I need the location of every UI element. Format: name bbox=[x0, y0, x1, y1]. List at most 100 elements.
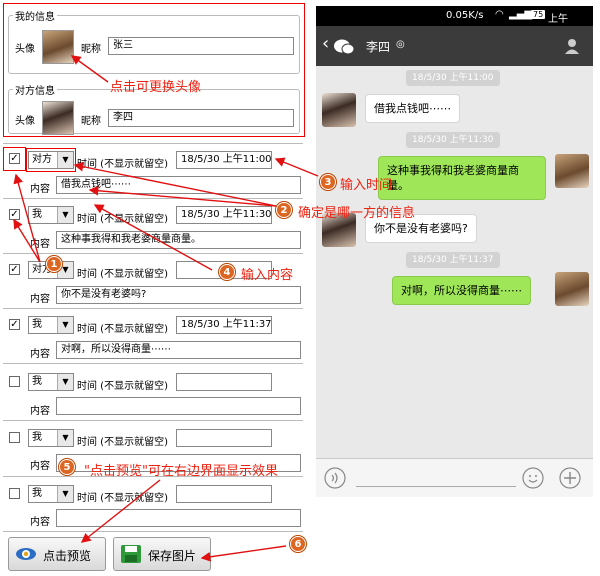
message-checkbox[interactable] bbox=[9, 488, 20, 499]
message-checkbox[interactable]: ✓ bbox=[9, 319, 20, 330]
chevron-down-icon: ▼ bbox=[57, 374, 73, 390]
annotation-input-content: 输入内容 bbox=[241, 268, 294, 283]
chat-bubble-outgoing: 对啊，所以没得商量⋯⋯ bbox=[392, 276, 531, 305]
time-label: 时间 (不显示就留空) bbox=[77, 159, 168, 170]
voice-icon[interactable] bbox=[324, 467, 346, 489]
sender-select[interactable]: 我 ▼ bbox=[28, 316, 74, 334]
peer-nick-field[interactable]: 李四 bbox=[108, 109, 294, 127]
message-checkbox[interactable] bbox=[9, 432, 20, 443]
annotation-preview-hint: "点击预览"可在右边界面显示效果 bbox=[84, 464, 278, 479]
sender-value: 我 bbox=[32, 209, 42, 220]
checkbox-highlight bbox=[3, 147, 26, 171]
my-nick-field[interactable]: 张三 bbox=[108, 37, 294, 55]
content-label: 内容 bbox=[30, 239, 50, 250]
sender-select[interactable]: 我 ▼ bbox=[28, 373, 74, 391]
content-field[interactable]: 借我点钱吧⋯⋯ bbox=[56, 176, 301, 194]
sender-value: 我 bbox=[32, 376, 42, 387]
chat-timestamp: 18/5/30 上午11:00 bbox=[406, 70, 500, 86]
chat-bubble-outgoing: 这种事我得和我老婆商量商量。 bbox=[378, 156, 546, 200]
time-label: 时间 (不显示就留空) bbox=[77, 269, 168, 280]
divider bbox=[3, 308, 303, 309]
time-field[interactable] bbox=[176, 429, 272, 447]
message-checkbox[interactable] bbox=[9, 376, 20, 387]
save-icon bbox=[121, 545, 141, 563]
content-label: 内容 bbox=[30, 184, 50, 195]
chevron-down-icon: ▼ bbox=[57, 207, 73, 223]
peer-avatar[interactable] bbox=[42, 101, 74, 135]
save-image-button-label: 保存图片 bbox=[148, 549, 197, 563]
content-label: 内容 bbox=[30, 406, 50, 417]
divider bbox=[3, 198, 303, 199]
divider bbox=[3, 420, 303, 421]
sender-select[interactable]: 我 ▼ bbox=[28, 429, 74, 447]
sender-select[interactable]: 我 ▼ bbox=[28, 206, 74, 224]
divider bbox=[3, 253, 303, 254]
chat-titlebar: ‹ 李四 ◎ bbox=[316, 26, 593, 66]
back-icon[interactable]: ‹ bbox=[322, 33, 329, 54]
my-chat-avatar bbox=[555, 154, 589, 188]
sender-highlight bbox=[26, 148, 76, 172]
my-info-legend: 我的信息 bbox=[15, 12, 55, 23]
time-label: 时间 (不显示就留空) bbox=[77, 437, 168, 448]
chat-text-input[interactable] bbox=[356, 486, 516, 487]
content-field[interactable] bbox=[56, 509, 301, 527]
chat-timestamp: 18/5/30 上午11:30 bbox=[406, 132, 500, 148]
time-field[interactable]: 18/5/30 上午11:30 bbox=[176, 206, 272, 224]
divider bbox=[3, 363, 303, 364]
time-field[interactable] bbox=[176, 373, 272, 391]
sender-value: 我 bbox=[32, 319, 42, 330]
annotation-input-time: 输入时间 bbox=[340, 178, 393, 193]
chat-bubble-incoming: 借我点钱吧⋯⋯ bbox=[365, 94, 460, 123]
content-field[interactable] bbox=[56, 397, 301, 415]
eye-icon bbox=[16, 548, 36, 560]
plus-icon[interactable] bbox=[559, 467, 581, 489]
content-field[interactable]: 这种事我得和我老婆商量商量。 bbox=[56, 231, 301, 249]
content-label: 内容 bbox=[30, 294, 50, 305]
save-image-button[interactable]: 保存图片 bbox=[113, 537, 211, 571]
network-speed: 0.05K/s bbox=[446, 10, 484, 21]
sender-value: 我 bbox=[32, 432, 42, 443]
badge-3: 3 bbox=[320, 174, 336, 190]
chat-input-bar bbox=[316, 458, 593, 497]
time-field[interactable] bbox=[176, 485, 272, 503]
badge-1: 1 bbox=[46, 256, 62, 272]
chevron-down-icon: ▼ bbox=[57, 486, 73, 502]
wifi-icon: ◠ bbox=[495, 9, 504, 20]
chevron-down-icon: ▼ bbox=[57, 317, 73, 333]
chat-title: 李四 bbox=[366, 40, 391, 54]
emoji-icon[interactable] bbox=[522, 467, 544, 489]
my-chat-avatar bbox=[555, 272, 589, 306]
phone-preview: 0.05K/s ◠ ▂▄▆ 75 上午11:53 ‹ 李四 ◎ 18/5/30 … bbox=[316, 6, 593, 497]
content-field[interactable]: 对啊，所以没得商量⋯⋯ bbox=[56, 341, 301, 359]
person-icon[interactable] bbox=[564, 38, 580, 54]
sender-value: 我 bbox=[32, 488, 42, 499]
preview-button[interactable]: 点击预览 bbox=[8, 537, 106, 571]
message-checkbox[interactable]: ✓ bbox=[9, 209, 20, 220]
badge-5: 5 bbox=[59, 459, 75, 475]
content-label: 内容 bbox=[30, 517, 50, 528]
preview-button-label: 点击预览 bbox=[43, 549, 92, 563]
my-avatar[interactable] bbox=[42, 30, 74, 64]
peer-nick-label: 昵称 bbox=[81, 116, 101, 127]
annotation-change-avatar: 点击可更换头像 bbox=[110, 80, 202, 95]
chat-timestamp: 18/5/30 上午11:37 bbox=[406, 252, 500, 268]
time-label: 时间 (不显示就留空) bbox=[77, 324, 168, 335]
peer-info-legend: 对方信息 bbox=[15, 86, 55, 97]
chevron-down-icon: ▼ bbox=[57, 430, 73, 446]
divider bbox=[3, 531, 303, 532]
time-field[interactable]: 18/5/30 上午11:00 bbox=[176, 151, 272, 169]
my-nick-label: 昵称 bbox=[81, 44, 101, 55]
mute-icon: ◎ bbox=[396, 39, 405, 50]
sender-select[interactable]: 我 ▼ bbox=[28, 485, 74, 503]
battery-icon: 75 bbox=[531, 10, 546, 19]
time-field[interactable]: 18/5/30 上午11:37 bbox=[176, 316, 272, 334]
content-field[interactable]: 你不是没有老婆吗? bbox=[56, 286, 301, 304]
peer-chat-avatar bbox=[322, 93, 356, 127]
badge-2: 2 bbox=[276, 202, 292, 218]
my-avatar-label: 头像 bbox=[15, 44, 35, 55]
message-checkbox[interactable]: ✓ bbox=[9, 264, 20, 275]
time-label: 时间 (不显示就留空) bbox=[77, 493, 168, 504]
divider bbox=[3, 143, 303, 144]
signal-icon: ▂▄▆ bbox=[509, 9, 533, 20]
peer-avatar-label: 头像 bbox=[15, 116, 35, 127]
